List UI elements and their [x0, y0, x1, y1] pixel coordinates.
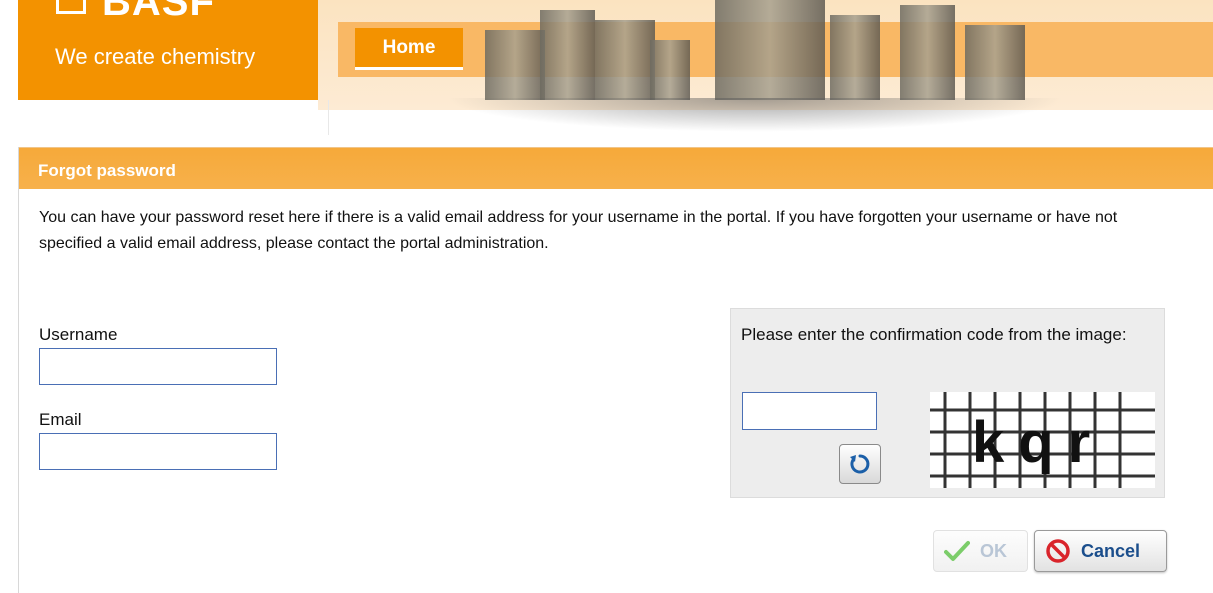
username-label: Username	[39, 325, 118, 344]
header-skyline-image	[445, 0, 1065, 132]
logo-wordmark: BASF	[102, 0, 215, 24]
captcha-refresh-button[interactable]	[839, 444, 881, 484]
site-header: BASF We create chemistry Home	[0, 0, 1213, 135]
logo-tagline: We create chemistry	[55, 44, 256, 69]
brand-logo-box[interactable]: BASF We create chemistry	[18, 0, 318, 100]
refresh-icon	[850, 454, 870, 474]
email-input[interactable]	[39, 433, 277, 470]
checkmark-icon	[944, 541, 970, 561]
forgot-password-panel: Forgot password You can have your passwo…	[18, 147, 1213, 593]
basf-logo-icon	[56, 0, 86, 14]
ok-button-label: OK	[980, 540, 1007, 561]
username-input[interactable]	[39, 348, 277, 385]
panel-title: Forgot password	[19, 147, 1213, 189]
header-divider	[328, 100, 329, 135]
intro-text: You can have your password reset here if…	[39, 209, 1118, 252]
cancel-button-label: Cancel	[1081, 540, 1141, 561]
cancel-icon	[1046, 539, 1070, 563]
cancel-button[interactable]: Cancel	[1034, 530, 1167, 572]
captcha-input[interactable]	[742, 392, 877, 430]
ok-button[interactable]: OK	[933, 530, 1028, 572]
captcha-image: kqr	[930, 392, 1155, 488]
captcha-box: Please enter the confirmation code from …	[730, 308, 1165, 498]
nav-tab-home[interactable]: Home	[355, 28, 463, 70]
captcha-image-text: kqr	[972, 410, 1104, 475]
email-label: Email	[39, 410, 82, 429]
captcha-prompt: Please enter the confirmation code from …	[741, 325, 1127, 344]
